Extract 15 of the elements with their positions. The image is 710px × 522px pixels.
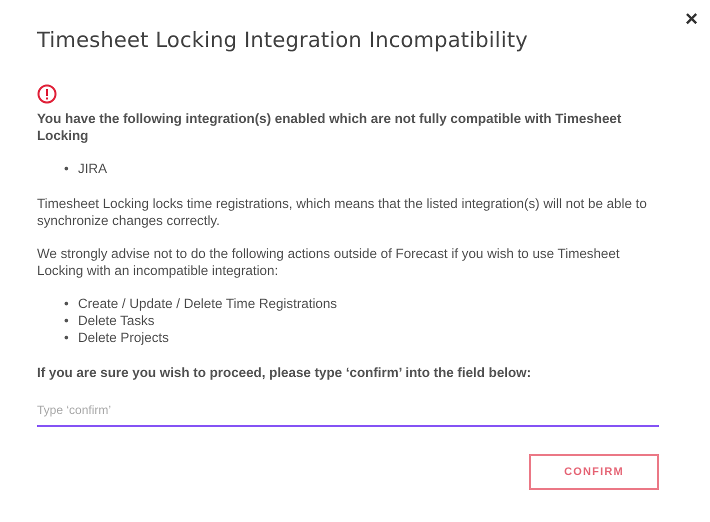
bullet: •	[64, 329, 70, 346]
dialog-title: Timesheet Locking Integration Incompatibility	[37, 28, 529, 52]
bullet: •	[64, 160, 70, 177]
bullet: •	[64, 312, 70, 329]
action-item: Create / Update / Delete Time Registrations	[78, 296, 338, 311]
action-item: Delete Tasks	[78, 313, 154, 328]
explanation-text: Timesheet Locking locks time registrations, which means that the listed integration(s) will not be able to synchronize changes correctly.	[37, 195, 648, 229]
warning-text: You have the following integration(s) enabled which are not fully compatible with Timesheet Locking	[37, 110, 622, 144]
advice-text: We strongly advise not to do the following actions outside of Forecast if you wish to use Timesheet Locking with an incompatible integration:	[37, 245, 621, 279]
prompt-text: If you are sure you wish to proceed, please type ‘confirm’ into the field below:	[37, 364, 532, 381]
warning-icon	[37, 84, 57, 104]
integration-item: JIRA	[78, 161, 108, 176]
bullet: •	[64, 295, 70, 312]
action-item: Delete Projects	[78, 330, 169, 345]
close-button[interactable]: ×	[679, 6, 704, 32]
